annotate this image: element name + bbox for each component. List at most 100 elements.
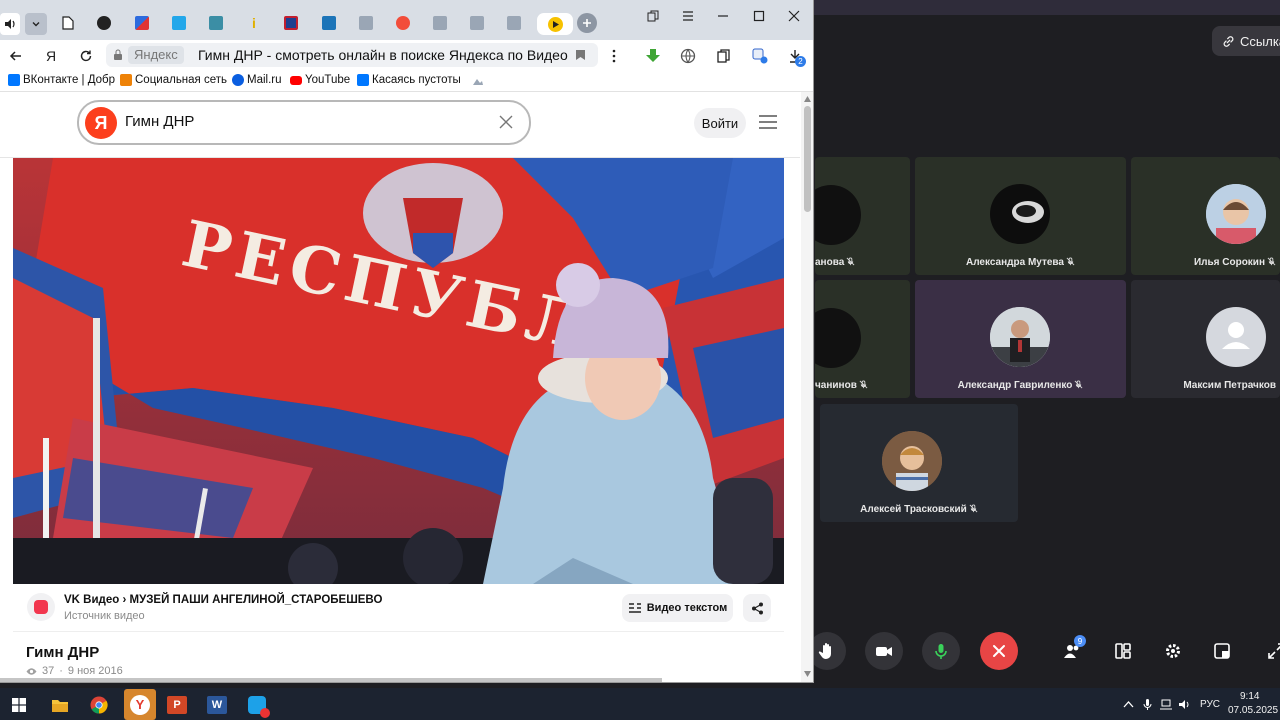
clock-time[interactable]: 9:14 bbox=[1240, 691, 1259, 702]
taskbar-messenger[interactable] bbox=[244, 692, 270, 718]
participant-tile[interactable]: анова bbox=[815, 157, 910, 275]
tray-network-icon[interactable] bbox=[1159, 699, 1172, 710]
settings-button[interactable] bbox=[1159, 637, 1187, 665]
collections-button[interactable] bbox=[715, 47, 733, 65]
participant-name: Илья Сорокин bbox=[1193, 257, 1265, 268]
taskbar-chrome[interactable] bbox=[86, 692, 112, 718]
search-box[interactable]: Я Гимн ДНР bbox=[77, 100, 531, 145]
end-call-button[interactable] bbox=[980, 632, 1018, 670]
share-button[interactable] bbox=[743, 594, 771, 622]
vk-icon bbox=[8, 74, 20, 86]
participant-tile[interactable]: Алексей Трасковский bbox=[820, 404, 1018, 522]
microphone-toggle-button[interactable] bbox=[922, 632, 960, 670]
participant-tile[interactable]: чанинов bbox=[815, 280, 910, 398]
layout-grid-icon bbox=[1115, 643, 1131, 659]
bookmark-item[interactable]: Социальная сеть bbox=[120, 74, 227, 86]
downloads-button[interactable]: 2 bbox=[786, 47, 806, 67]
participant-tile[interactable]: Илья Сорокин bbox=[1131, 157, 1280, 275]
bookmark-item[interactable]: YouTube bbox=[290, 74, 350, 86]
downloads-count-badge: 2 bbox=[795, 56, 806, 67]
bookmark-icon[interactable] bbox=[575, 49, 586, 61]
bookmark-item[interactable]: Mail.ru bbox=[232, 74, 282, 86]
hamburger-icon bbox=[683, 11, 693, 21]
new-tab-button[interactable] bbox=[577, 13, 597, 33]
tab-active-yandex-video[interactable] bbox=[537, 13, 573, 35]
translate-icon bbox=[135, 16, 149, 30]
tab-info[interactable]: i bbox=[243, 12, 265, 34]
clock-date[interactable]: 07.05.2025 bbox=[1228, 705, 1278, 716]
screen-share-button[interactable] bbox=[1208, 637, 1236, 665]
translate-extension-button[interactable] bbox=[751, 47, 769, 65]
share-icon bbox=[751, 602, 763, 614]
menu-hamburger-icon[interactable] bbox=[758, 114, 778, 130]
video-source-link[interactable]: VK Видео › МУЗЕЙ ПАШИ АНГЕЛИНОЙ_СТАРОБЕШ… bbox=[64, 594, 382, 606]
camera-toggle-button[interactable] bbox=[865, 632, 903, 670]
speaker-icon[interactable] bbox=[0, 13, 20, 35]
fullscreen-button[interactable] bbox=[1262, 637, 1280, 665]
taskbar-powerpoint[interactable]: P bbox=[164, 692, 190, 718]
tab-yandex[interactable] bbox=[392, 12, 414, 34]
bookmark-label: YouTube bbox=[305, 74, 351, 86]
copy-link-button[interactable]: Ссылка bbox=[1212, 26, 1280, 56]
collections-icon bbox=[717, 49, 730, 63]
maximize-button[interactable] bbox=[744, 6, 774, 26]
arrow-left-icon bbox=[9, 51, 21, 61]
login-button[interactable]: Войти bbox=[694, 108, 746, 138]
taskbar-yandex-browser[interactable]: Y bbox=[124, 689, 156, 720]
page-menu-button[interactable] bbox=[605, 47, 623, 65]
minimize-button[interactable] bbox=[708, 6, 738, 26]
bookmark-item[interactable]: ВКонтакте | Добр bbox=[8, 74, 115, 86]
close-window-button[interactable] bbox=[779, 6, 809, 26]
clear-search-icon[interactable] bbox=[497, 113, 515, 131]
vpn-extension-button[interactable] bbox=[679, 47, 697, 65]
yandex-home-button[interactable]: Я bbox=[40, 45, 62, 67]
tray-volume-icon[interactable] bbox=[1178, 699, 1191, 710]
search-input[interactable]: Гимн ДНР bbox=[125, 113, 194, 130]
tab-app[interactable] bbox=[168, 12, 190, 34]
tray-microphone-icon[interactable] bbox=[1141, 699, 1154, 710]
man-photo-avatar bbox=[990, 307, 1050, 367]
tab-uk[interactable] bbox=[280, 12, 302, 34]
participant-tile[interactable]: Александр Гавриленко bbox=[915, 280, 1126, 398]
participant-tile[interactable]: Александра Мутева bbox=[915, 157, 1126, 275]
microphone-icon bbox=[935, 644, 947, 659]
reload-button[interactable] bbox=[75, 45, 97, 67]
tab-book[interactable] bbox=[318, 12, 340, 34]
keyboard-language[interactable]: РУС bbox=[1200, 699, 1220, 710]
tab-translate[interactable] bbox=[131, 12, 153, 34]
video-as-text-button[interactable]: Видео текстом bbox=[622, 594, 733, 622]
tab-manager-button[interactable] bbox=[638, 6, 668, 26]
taskbar-word[interactable]: W bbox=[204, 692, 230, 718]
tab-image-3[interactable] bbox=[466, 12, 488, 34]
bookmark-item[interactable]: Касаясь пустоты bbox=[357, 74, 461, 86]
video-player[interactable]: РЕСПУБЛ bbox=[13, 158, 784, 584]
start-button[interactable] bbox=[6, 692, 32, 718]
tab-docs[interactable] bbox=[205, 12, 227, 34]
yandex-logo[interactable]: Я bbox=[85, 107, 117, 139]
video-title[interactable]: Гимн ДНР bbox=[26, 644, 99, 661]
browser-menu-button[interactable] bbox=[673, 6, 703, 26]
taskbar-explorer[interactable] bbox=[47, 692, 73, 718]
more-tabs-chevron-icon[interactable] bbox=[25, 13, 47, 35]
scroll-up-arrow-icon[interactable] bbox=[804, 96, 811, 102]
eye-icon bbox=[26, 667, 37, 675]
vertical-scrollbar[interactable] bbox=[801, 92, 813, 682]
tab-image-1[interactable] bbox=[355, 12, 377, 34]
tab-image-4[interactable] bbox=[503, 12, 525, 34]
participants-button[interactable]: 9 bbox=[1058, 635, 1086, 665]
omnibox[interactable]: Яндекс Гимн ДНР - смотреть онлайн в поис… bbox=[106, 43, 598, 67]
download-extension-button[interactable] bbox=[644, 47, 662, 65]
participant-name: Александр Гавриленко bbox=[957, 380, 1073, 391]
mic-off-icon bbox=[1066, 257, 1075, 266]
tab-document[interactable] bbox=[57, 12, 79, 34]
bookmark-overflow[interactable] bbox=[472, 74, 484, 86]
horizontal-scrollbar-thumb[interactable] bbox=[0, 678, 662, 682]
participant-tile[interactable]: Максим Петрачков bbox=[1131, 280, 1280, 398]
tab-image-2[interactable] bbox=[429, 12, 451, 34]
scrollbar-thumb[interactable] bbox=[804, 106, 811, 212]
tray-chevron-up-icon[interactable] bbox=[1122, 699, 1135, 710]
scroll-down-arrow-icon[interactable] bbox=[804, 671, 811, 677]
back-button[interactable] bbox=[5, 45, 27, 67]
layout-button[interactable] bbox=[1109, 637, 1137, 665]
tab-clock[interactable] bbox=[93, 12, 115, 34]
